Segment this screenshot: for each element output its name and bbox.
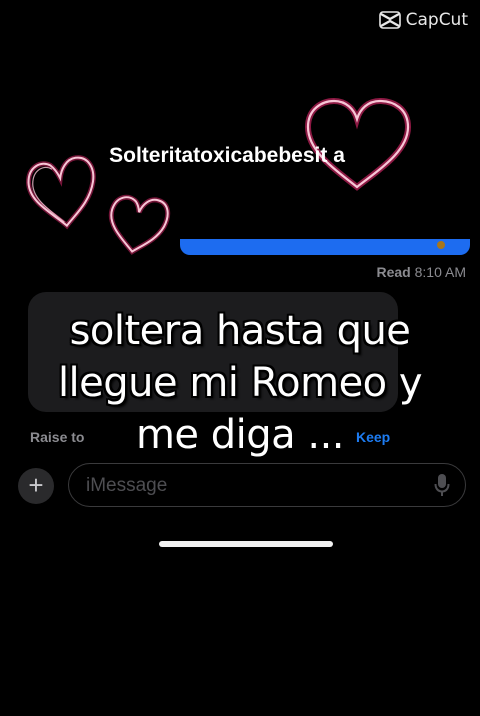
overlay-line-3: me diga ... bbox=[135, 412, 345, 458]
capcut-watermark: CapCut bbox=[378, 10, 468, 30]
heart-icon-left bbox=[22, 150, 102, 237]
contact-name-caption: Solteritatoxicabebesit a bbox=[109, 144, 345, 167]
heart-icon-small bbox=[102, 190, 172, 263]
capcut-label: CapCut bbox=[405, 10, 468, 30]
overlay-line-2: llegue mi Romeo y bbox=[57, 360, 423, 406]
dictation-button[interactable] bbox=[434, 473, 450, 502]
sent-message-bubble[interactable] bbox=[180, 239, 470, 255]
microphone-icon bbox=[434, 474, 450, 496]
imessage-placeholder: iMessage bbox=[86, 475, 168, 496]
home-indicator[interactable] bbox=[159, 541, 333, 547]
capcut-logo-icon bbox=[378, 11, 401, 29]
read-time: 8:10 AM bbox=[414, 264, 466, 280]
apps-plus-button[interactable]: + bbox=[18, 468, 54, 504]
heart-icon bbox=[108, 194, 171, 255]
read-status: Read bbox=[376, 264, 411, 280]
bubble-detail bbox=[437, 241, 445, 249]
plus-icon: + bbox=[28, 470, 44, 500]
read-receipt: Read 8:10 AM bbox=[377, 264, 467, 280]
video-caption-overlay: soltera hasta que llegue mi Romeo y me d… bbox=[0, 305, 480, 461]
overlay-line-1: soltera hasta que bbox=[69, 308, 411, 354]
